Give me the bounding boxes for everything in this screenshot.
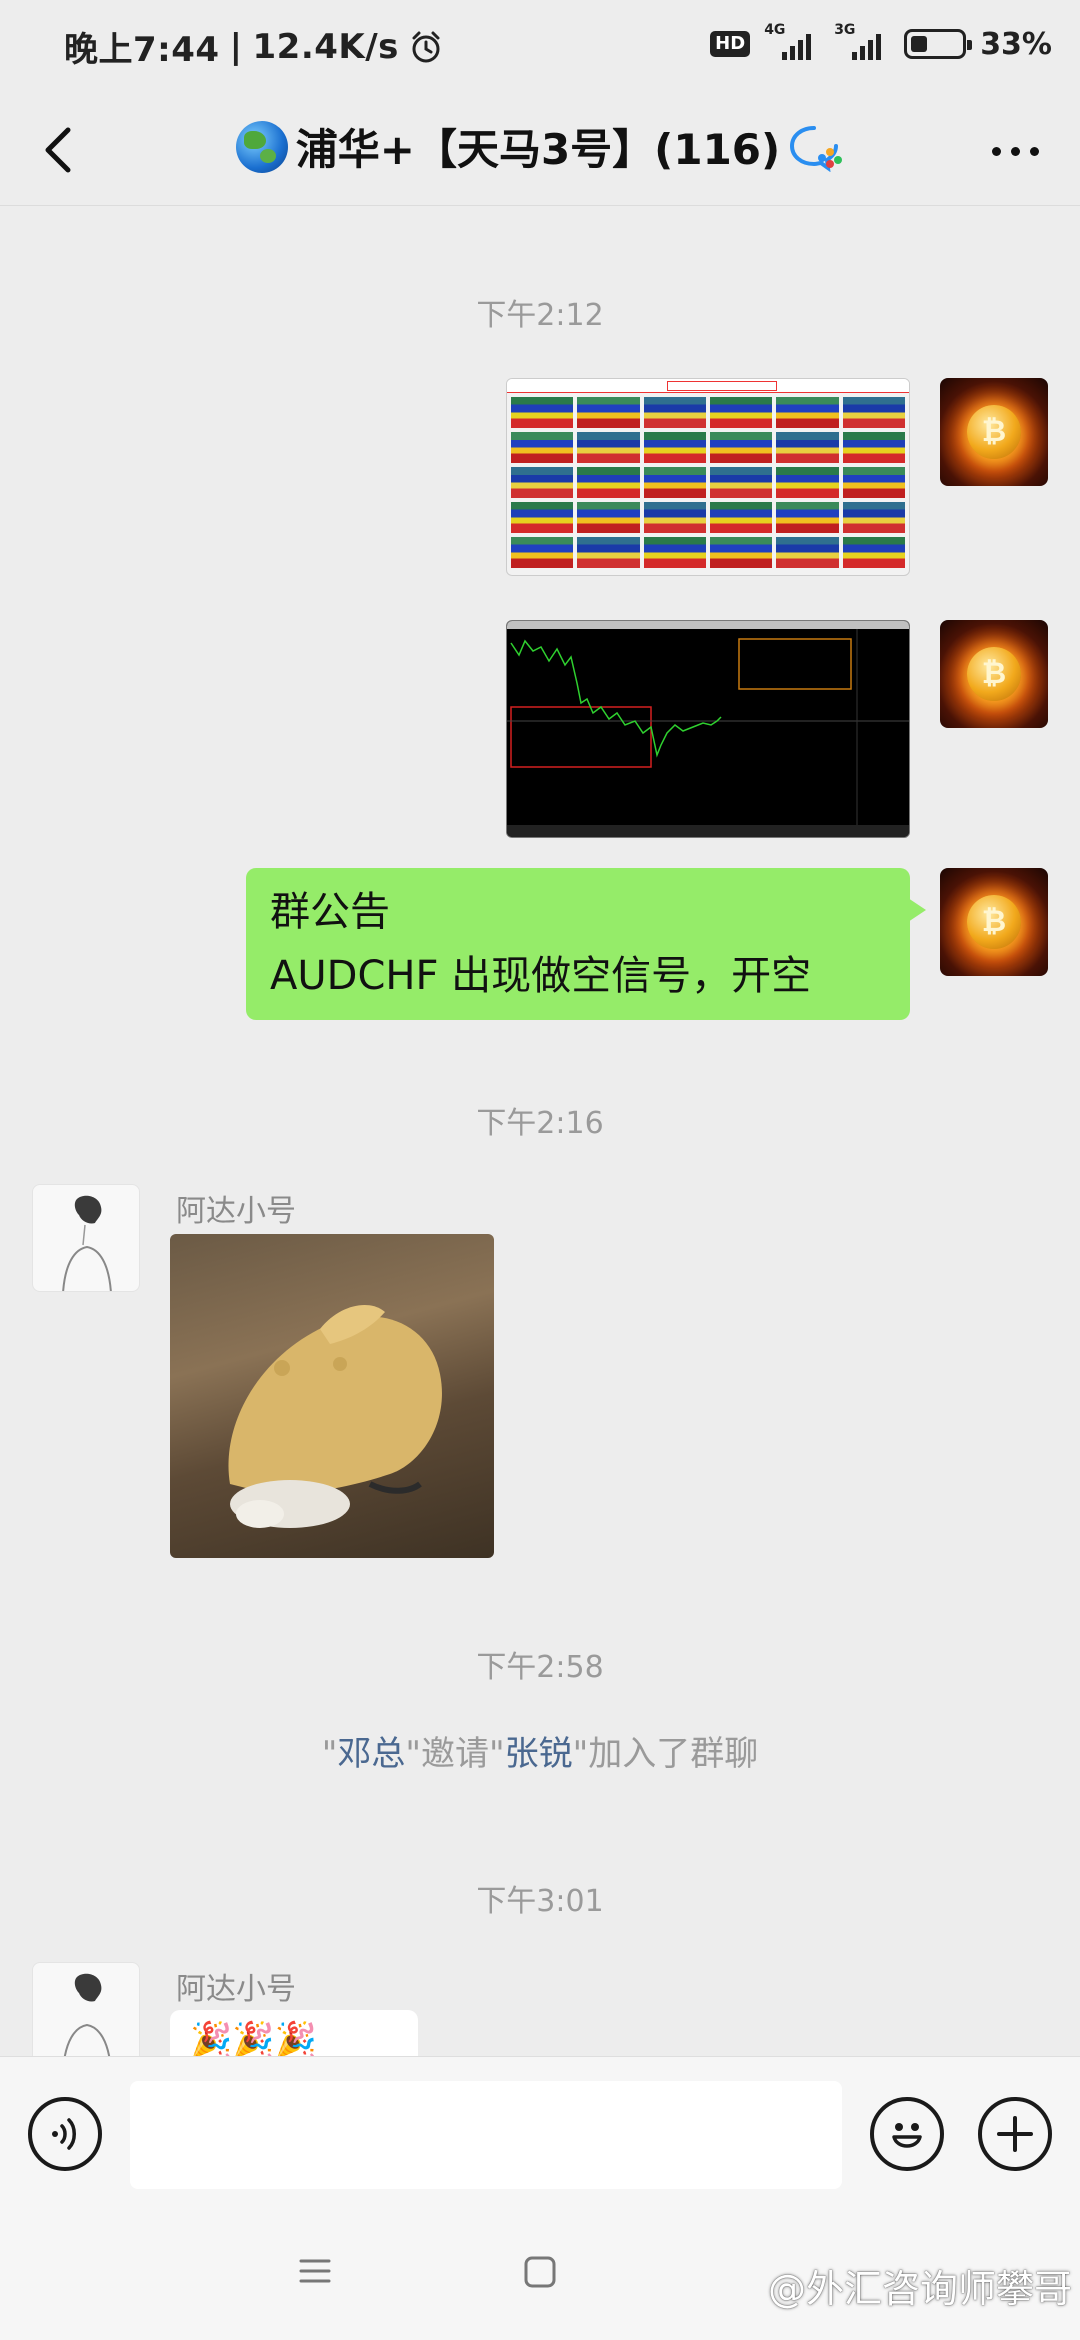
grid-tile [643,467,706,498]
hd-badge: HD [710,31,751,57]
announcement-body: AUDCHF 出现做空信号，开空 [270,953,812,999]
status-speed: 12.4K/s [252,26,399,67]
status-right: HD 4G 3G 33% [710,22,1052,64]
menu-icon[interactable] [298,2254,332,2288]
plus-icon[interactable] [978,2097,1052,2171]
grid-tile [511,432,574,463]
globe-icon [235,120,288,173]
grid-tile [643,502,706,533]
chat-title[interactable]: 浦华+【天马3号】(116) [0,116,1080,177]
grid-tile [511,502,574,533]
grid-tile [709,432,773,463]
image-message-chart[interactable] [506,620,910,838]
emoji-message[interactable]: 🎉🎉🎉 [170,2010,418,2056]
sender-name: 阿达小号 [176,1972,296,2007]
grid-tile [776,397,839,428]
home-icon[interactable] [522,2254,558,2290]
avatar-bitcoin[interactable]: ₿ [940,868,1048,976]
grid-tile [842,432,905,463]
grid-tile [643,432,706,463]
grid-tile [842,467,905,498]
sender-name: 阿达小号 [176,1194,296,1229]
grid-tile [511,467,574,498]
grid-tile [643,397,706,428]
alarm-icon [412,31,440,62]
system-name-link[interactable]: 张锐 [505,1734,573,1774]
emoji-icon[interactable] [870,2097,944,2171]
grid-tile [842,502,905,533]
battery-icon [904,29,973,59]
grid-tile [511,397,574,428]
grid-tile [776,502,839,533]
avatar-bitcoin[interactable]: ₿ [940,620,1048,728]
announcement-title: 群公告 [270,889,390,935]
price-chart-thumbnail [507,621,909,837]
avatar-bitcoin[interactable]: ₿ [940,378,1048,486]
grid-tile [709,502,773,533]
grid-tile [842,397,905,428]
watermark: @外汇咨询师攀哥 [767,2267,1072,2311]
timestamp: 下午3:01 [476,1884,604,1919]
status-bar: 晚上7:44 | 12.4K/s HD 4G 3G 33% [0,0,1080,96]
status-time: 晚上7:44 [64,30,220,70]
grid-tile [842,537,905,568]
grid-tile [776,467,839,498]
message-input[interactable] [130,2081,842,2189]
timestamp: 下午2:12 [476,298,604,333]
announcement-bubble[interactable]: 群公告 AUDCHF 出现做空信号，开空 [246,868,926,1020]
image-message-gif[interactable] [170,1234,494,1558]
grid-tile [577,397,640,428]
avatar-sketch[interactable] [32,1184,140,1292]
grid-tile [577,432,640,463]
battery-level: 33% [980,26,1052,62]
grid-tile [577,467,640,498]
grid-tile [577,502,640,533]
timestamp: 下午2:58 [476,1650,604,1685]
signal-3g-icon: 3G [834,22,890,64]
timestamp: 下午2:16 [476,1106,604,1141]
message-list[interactable]: 下午2:12 ₿ ₿ 群公告 AUDCHF 出现做空信号，开空 ₿ 下午2:16 [0,206,1080,2056]
grid-tile [511,537,574,568]
grid-tile [709,537,773,568]
image-message-grid[interactable] [506,378,910,576]
grid-tile [776,432,839,463]
chat-header: 浦华+【天马3号】(116) [0,96,1080,206]
grid-tile [709,397,773,428]
avatar-sketch[interactable] [32,1962,140,2056]
chat-title-text: 浦华+【天马3号】(116) [295,125,781,174]
system-message: "邓总"邀请"张锐"加入了群聊 [321,1734,759,1774]
grid-tile [643,537,706,568]
status-left: 晚上7:44 | 12.4K/s [64,22,443,71]
more-dots-icon[interactable] [980,126,1050,176]
grid-tile [709,467,773,498]
input-bar [0,2056,1080,2212]
enterprise-chat-icon [790,125,843,172]
system-nav-bar: @外汇咨询师攀哥 [0,2212,1080,2340]
system-name-link[interactable]: 邓总 [337,1734,405,1774]
grid-tile [577,537,640,568]
signal-4g-icon: 4G [764,22,820,64]
voice-icon[interactable] [28,2097,102,2171]
grid-tile [776,537,839,568]
